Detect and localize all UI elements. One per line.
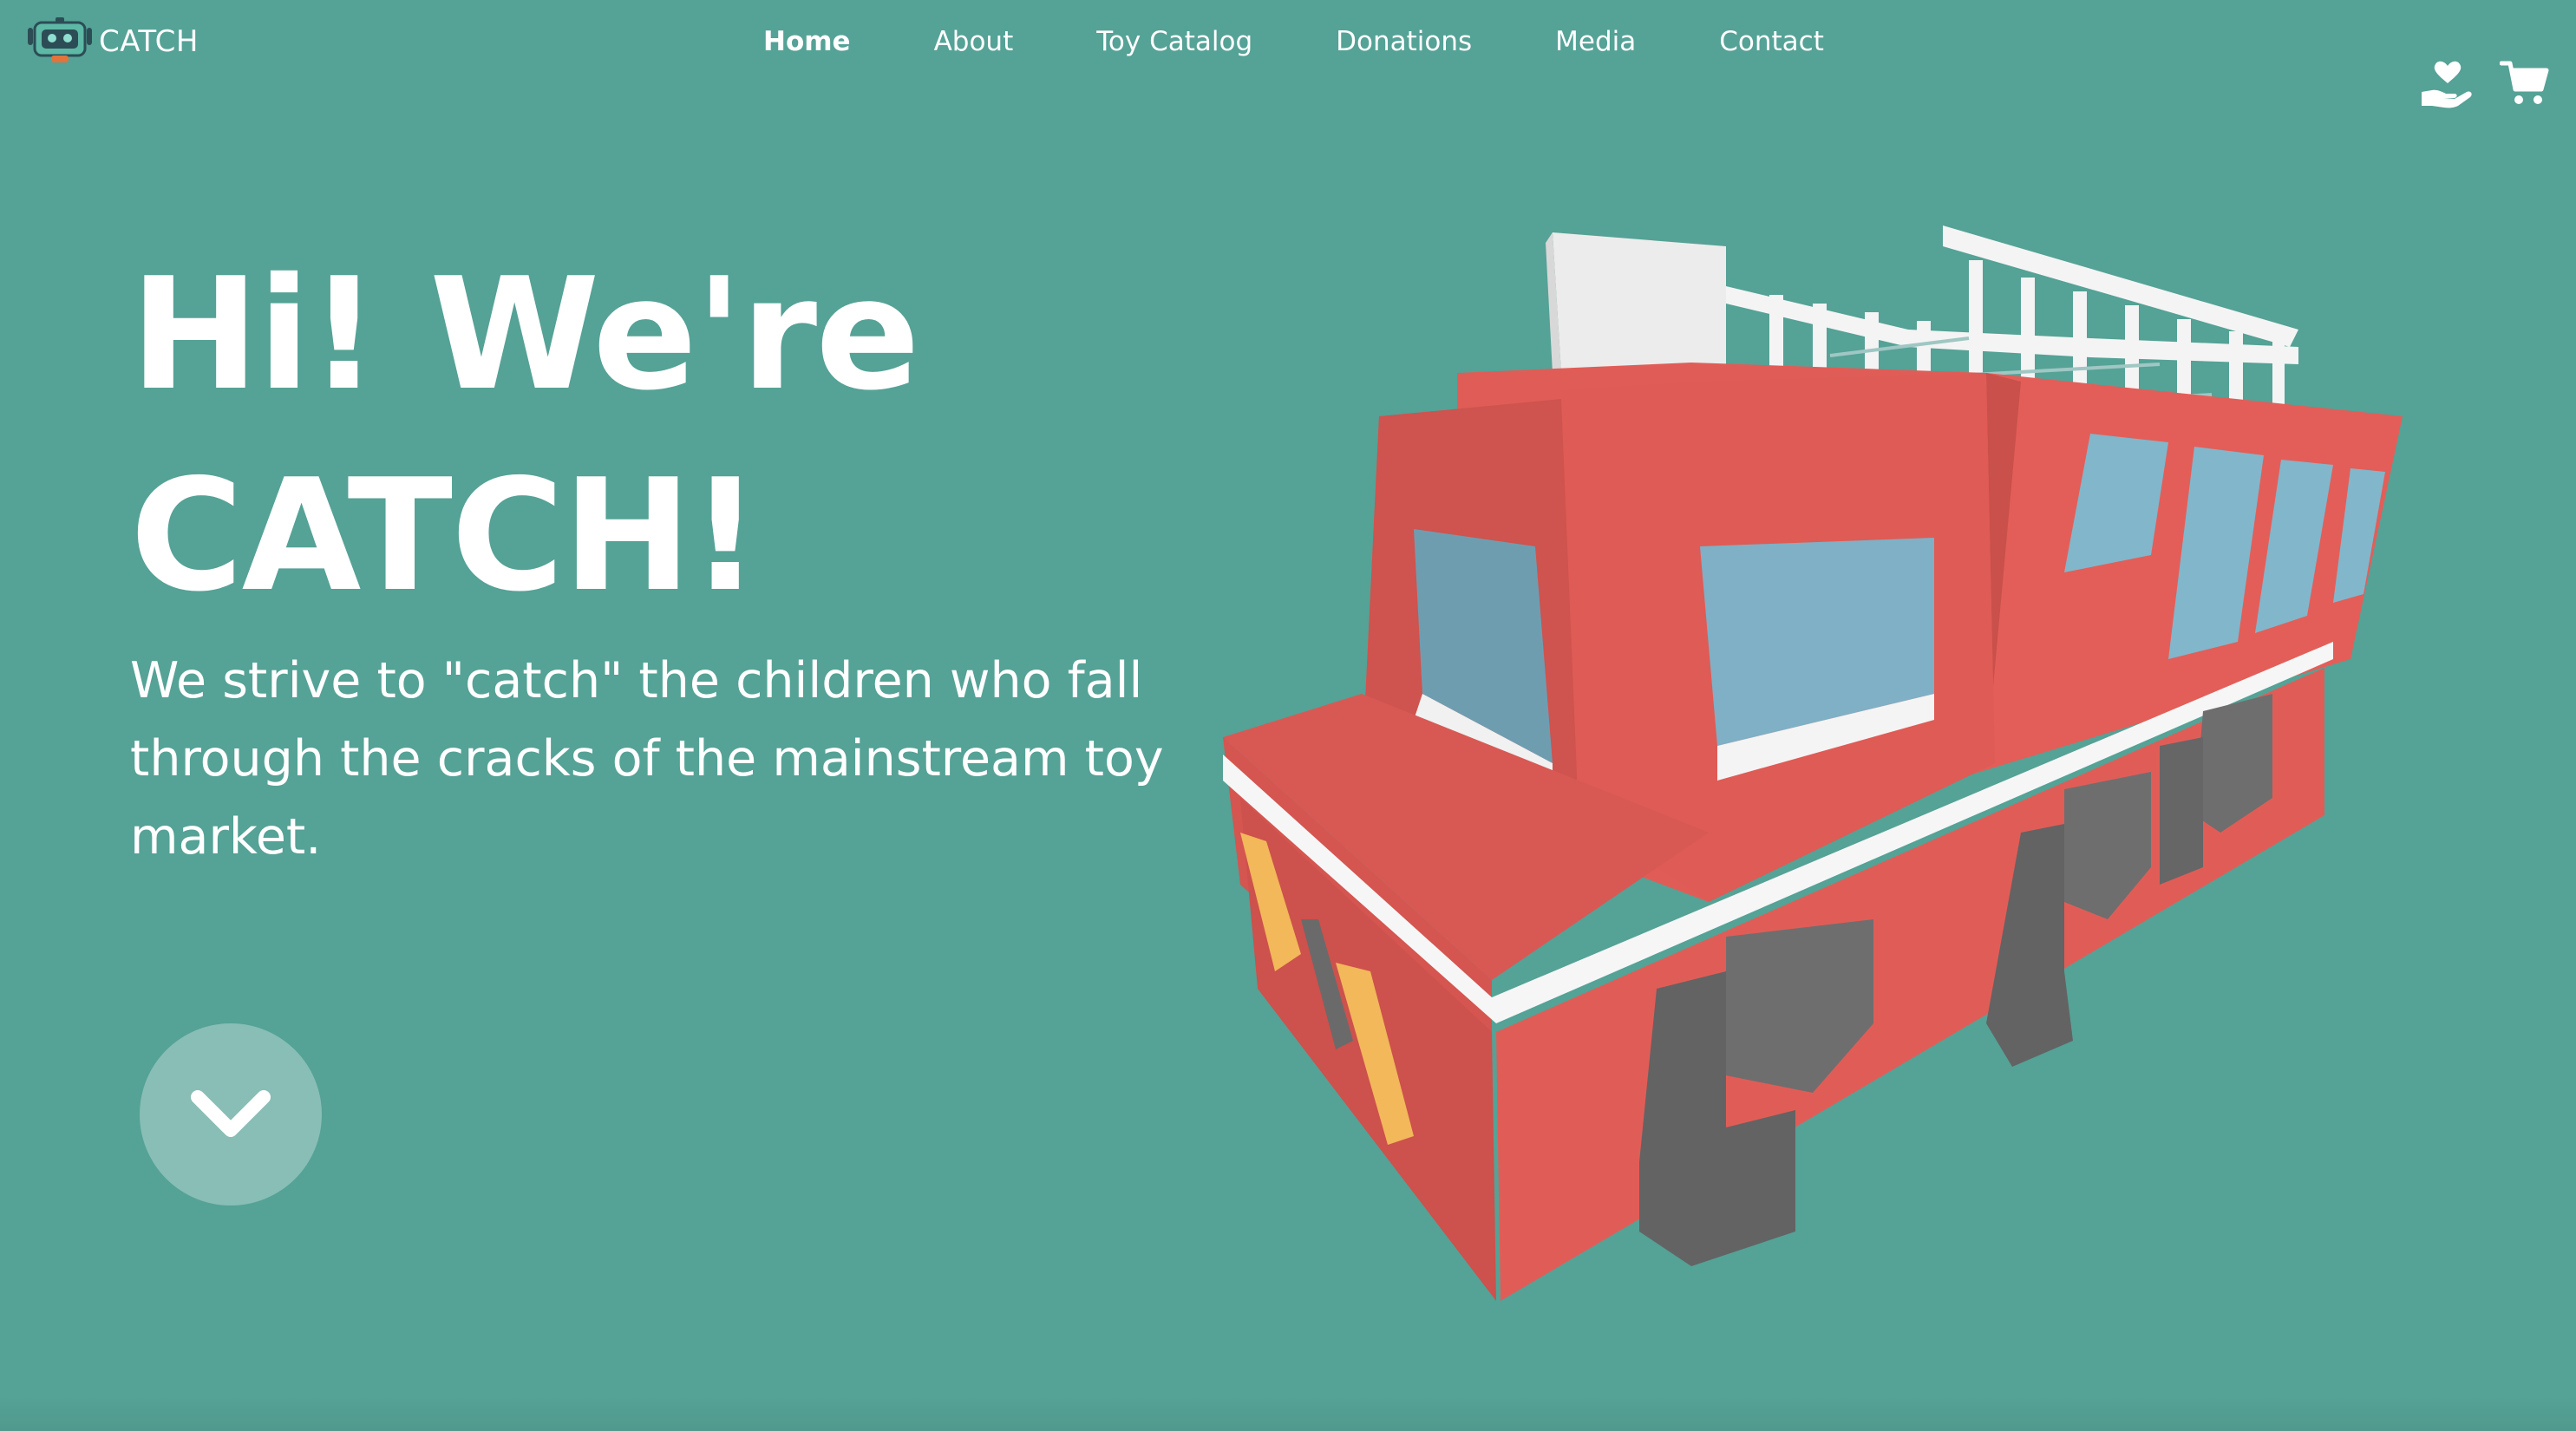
hero-subtitle: We strive to "catch" the children who fa… — [130, 652, 1164, 866]
main-nav: Home About Toy Catalog Donations Media C… — [763, 19, 1824, 64]
hand-heart-icon[interactable] — [2420, 57, 2475, 109]
hero-title-line1: Hi! We're — [130, 245, 920, 424]
chevron-down-icon — [191, 1090, 271, 1137]
truck-body — [1223, 363, 2403, 1301]
voxel-fire-truck-image — [1223, 225, 2403, 1301]
home-page: CATCH Home About Toy Catalog Donations M… — [0, 0, 2576, 1431]
hero-title-line2: CATCH! — [130, 446, 761, 625]
robot-head-icon — [28, 17, 92, 62]
nav-home[interactable]: Home — [763, 26, 851, 57]
cart-icon[interactable] — [2500, 60, 2550, 107]
nav-toy-catalog[interactable]: Toy Catalog — [1096, 26, 1252, 57]
header-actions — [2420, 57, 2550, 109]
brand-logo-link[interactable]: CATCH — [26, 17, 199, 66]
nav-about[interactable]: About — [934, 26, 1014, 57]
section-divider-shadow — [0, 1396, 2576, 1431]
scroll-down-button[interactable] — [140, 1023, 322, 1206]
hero-title: Hi! We're CATCH! — [130, 234, 1171, 637]
nav-contact[interactable]: Contact — [1719, 26, 1824, 57]
nav-donations[interactable]: Donations — [1336, 26, 1472, 57]
nav-media[interactable]: Media — [1555, 26, 1636, 57]
brand-name: CATCH — [99, 24, 199, 59]
